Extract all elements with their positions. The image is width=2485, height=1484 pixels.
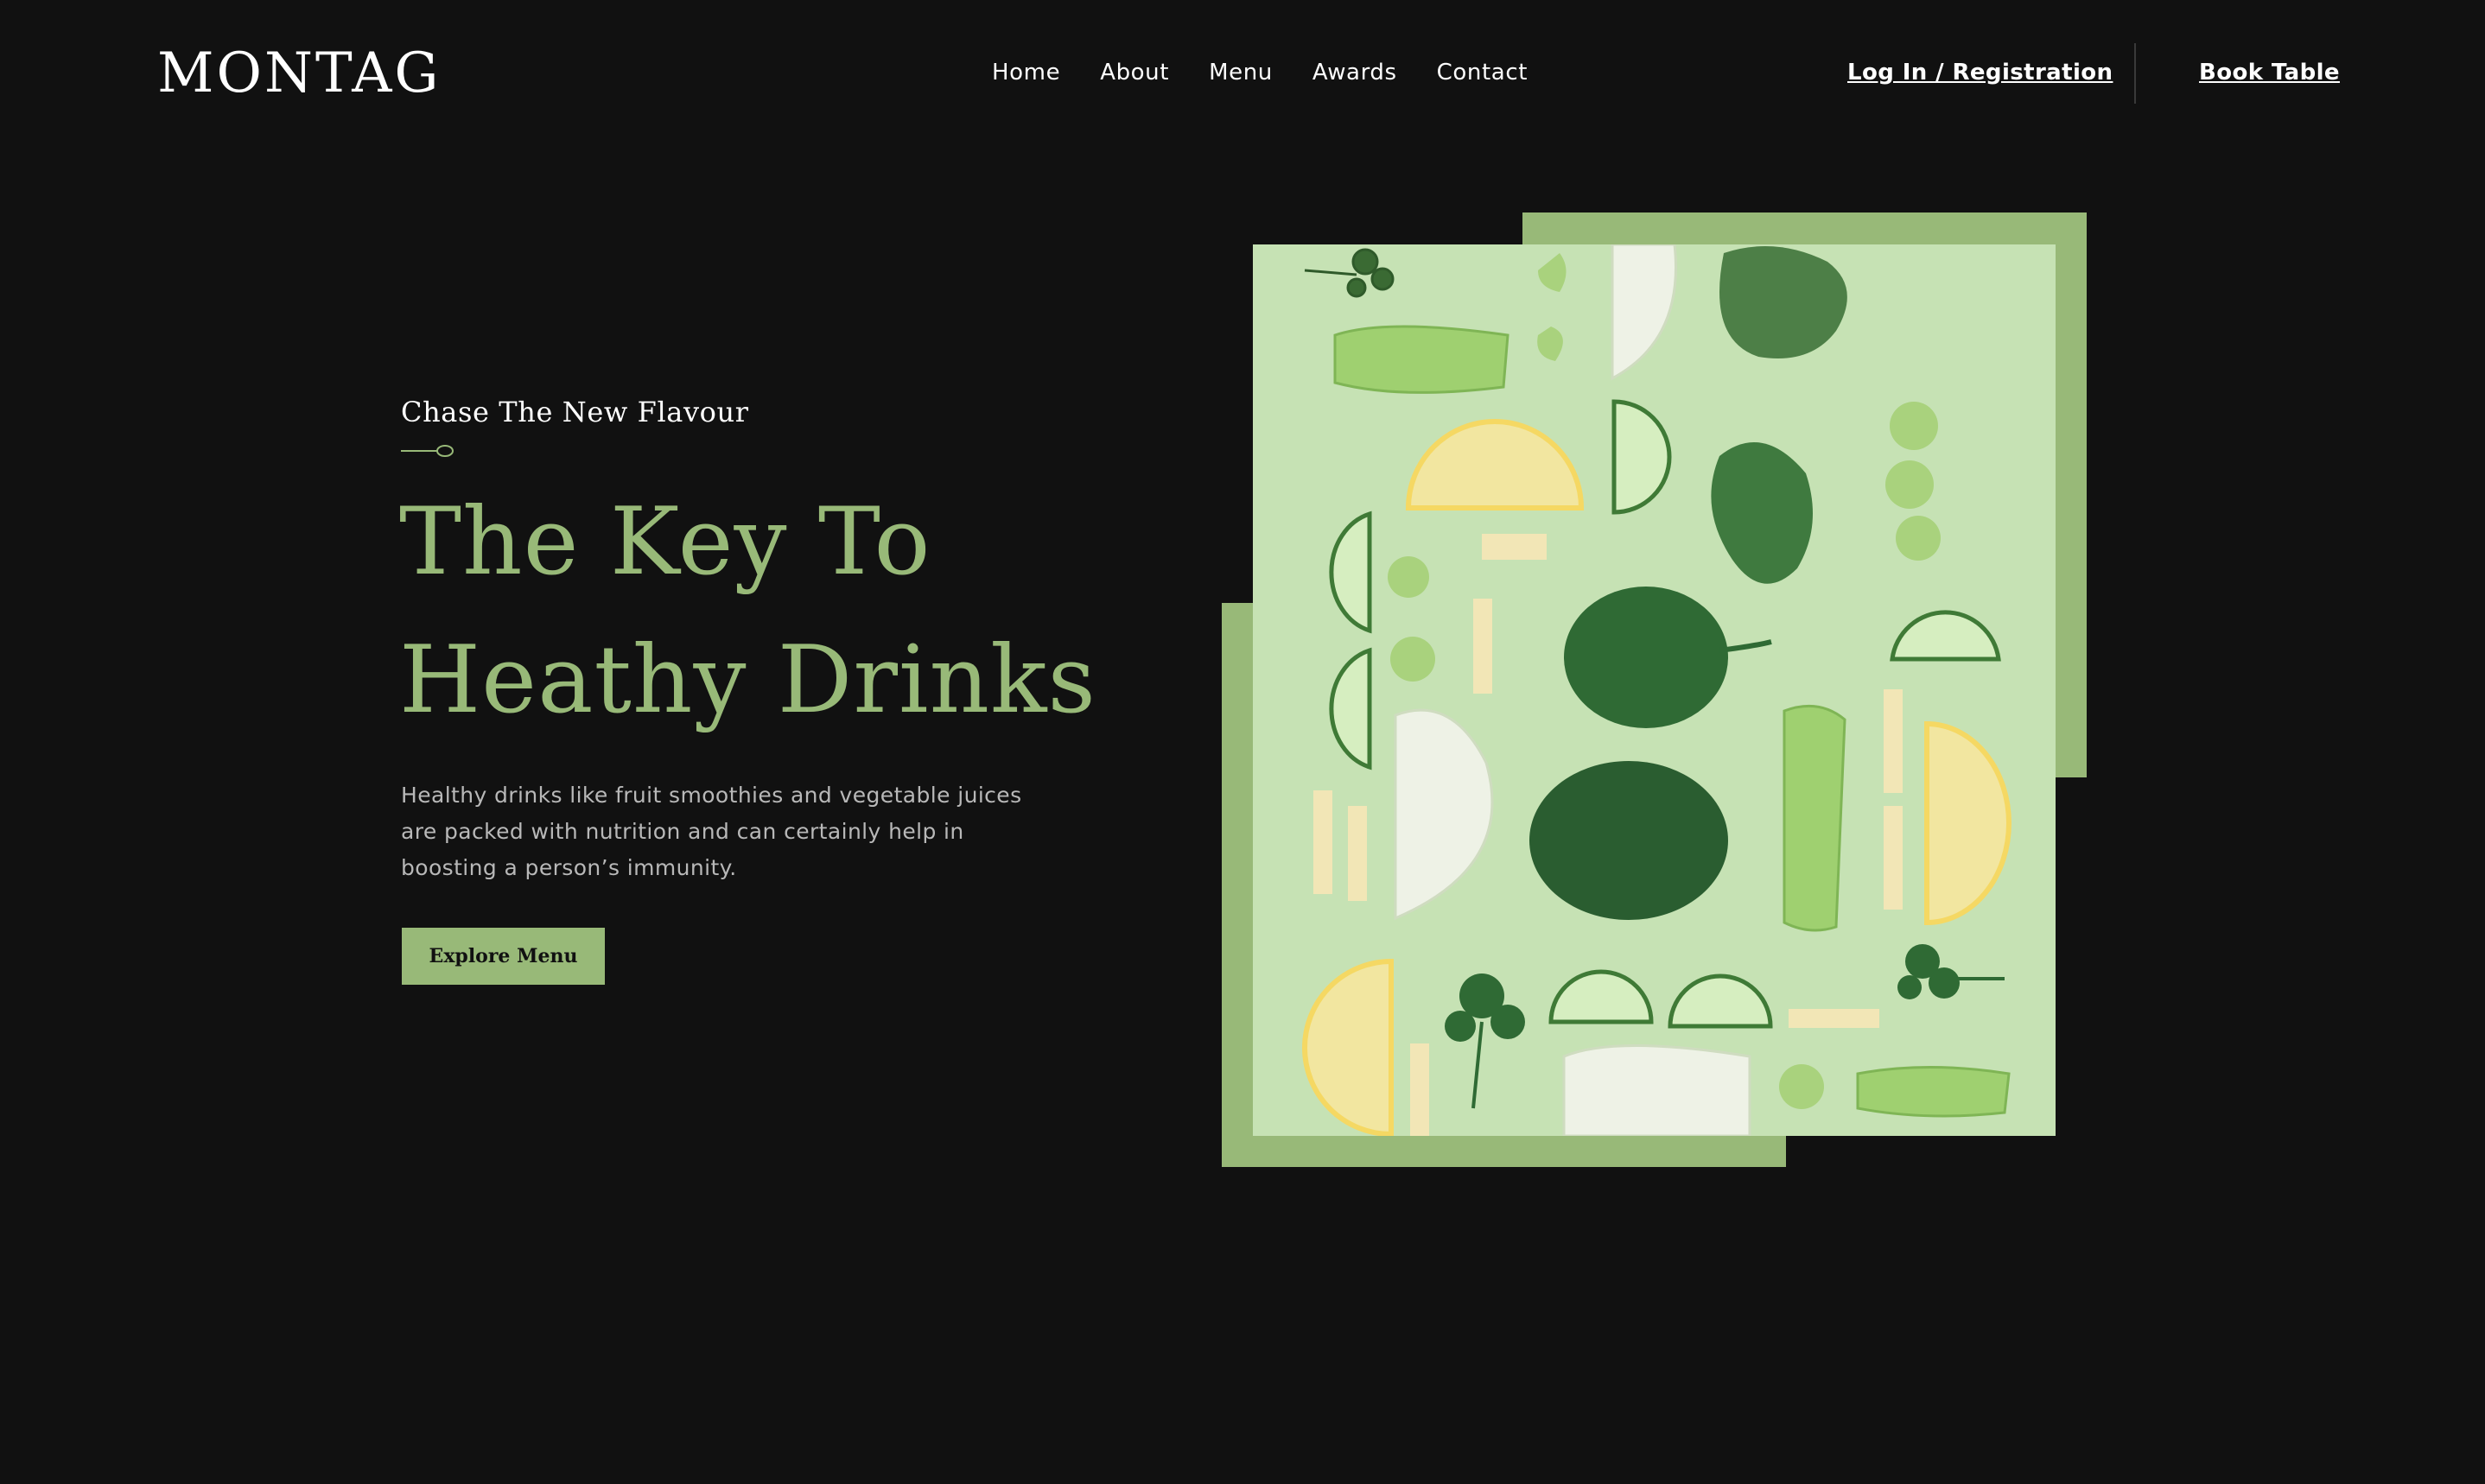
celery-bottom [1779,1064,1824,1109]
hero-photo [1253,244,2056,1136]
hero-headline-line-2: Heathy Drinks [399,626,1096,734]
spinach-leaf-top [1564,587,1728,728]
ginger-stick-3 [1884,689,1903,793]
hero-description: Healthy drinks like fruit smoothies and … [401,783,1022,880]
header-divider [2134,43,2136,104]
vegetables-illustration [1253,244,2056,1136]
ginger-stick-2 [1473,599,1492,694]
nav-item-menu[interactable]: Menu [1209,60,1273,86]
login-registration-link[interactable]: Log In / Registration [1847,55,2113,90]
hero-headline-line-1: The Key To [399,488,931,596]
nav-item-about[interactable]: About [1100,60,1169,86]
site-logo[interactable]: MONTAG [157,40,442,107]
hero-headline: The Key To Heathy Drinks [399,473,1142,750]
ginger-stick-5 [1410,1043,1429,1136]
ginger-stick-1 [1482,534,1547,560]
nav-item-contact[interactable]: Contact [1437,60,1528,86]
ginger-stick-6 [1789,1009,1879,1028]
lettuce-middle [1783,704,1846,932]
hero-kicker: Chase The New Flavour [401,396,749,428]
explore-menu-button[interactable]: Explore Menu [402,928,605,985]
main-nav: Home About Menu Awards Contact [992,55,1528,90]
lettuce-top [1333,325,1509,394]
nav-item-home[interactable]: Home [992,60,1060,86]
book-table-button[interactable]: Book Table [2199,55,2340,90]
spoon-icon [401,445,454,457]
radish-bottom [1562,1044,1751,1136]
spinach-leaf-middle [1529,761,1728,920]
nav-item-awards[interactable]: Awards [1312,60,1397,86]
ginger-stick-4 [1884,806,1903,910]
lettuce-bottom [1856,1066,2011,1118]
